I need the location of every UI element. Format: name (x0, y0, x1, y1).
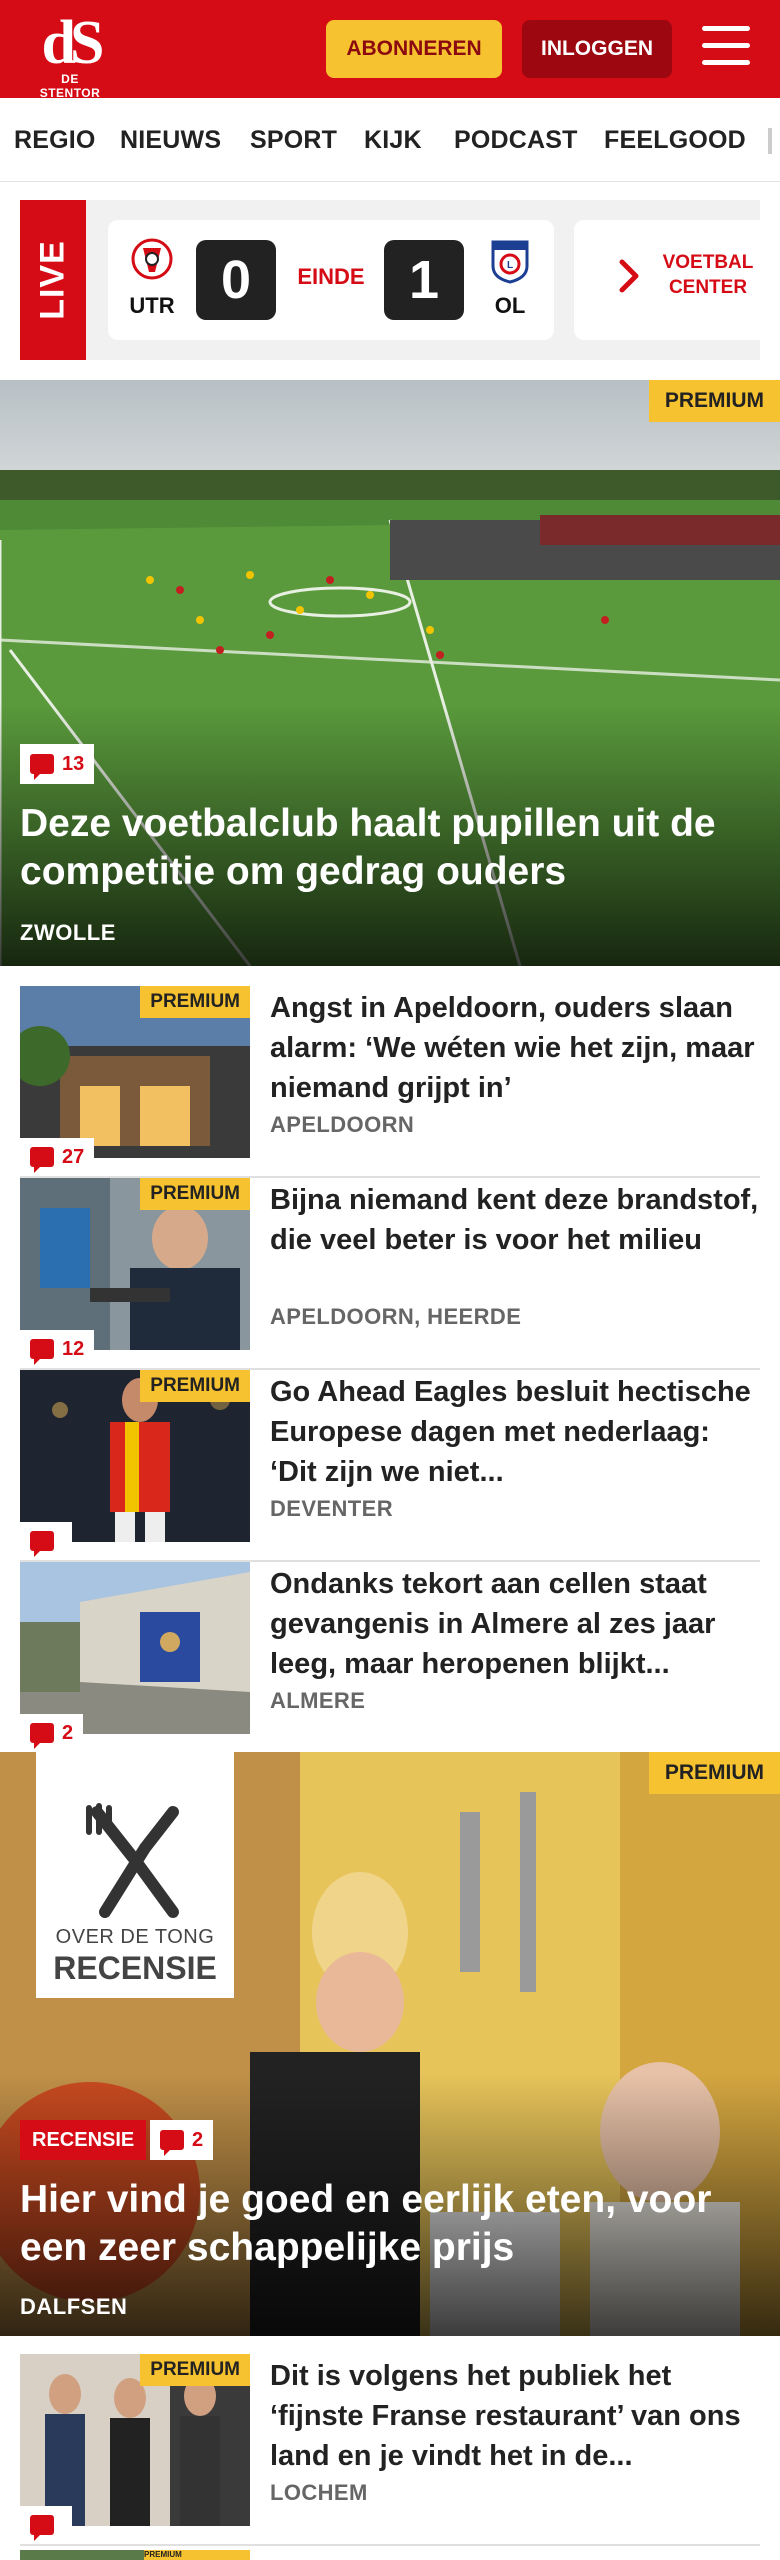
chevron-right-icon (619, 259, 639, 293)
article-title: Bijna niemand kent deze brandstof, die v… (270, 1184, 759, 1256)
comment-icon (30, 1147, 54, 1173)
nav-overflow-hint (768, 128, 772, 154)
logo-mark: dS (41, 9, 105, 77)
home-team-abbr: UTR (129, 293, 175, 318)
comment-icon (160, 2130, 184, 2156)
away-team-abbr: OL (494, 293, 526, 318)
premium-badge: PREMIUM (648, 380, 780, 422)
live-score-panel: LIVE UTR 0 EINDE 1 L OL VOETBAL CENTER (20, 200, 760, 360)
voetbal-center-label-line1: VOETBAL (662, 252, 754, 273)
menu-icon[interactable] (702, 26, 750, 70)
fc-utrecht-crest-icon (131, 238, 173, 280)
article-location: DEVENTER (270, 1496, 393, 1521)
hero-title: Deze voetbalclub haalt pupillen uit de c… (20, 802, 716, 893)
voetbal-center-label-line2: CENTER (668, 277, 748, 298)
comment-icon (30, 1339, 54, 1365)
comment-count-badge: 27 (20, 1138, 95, 1176)
site-header: dS DE STENTOR ABONNEREN INLOGGEN (0, 0, 780, 100)
comment-count: 2 (62, 1721, 74, 1744)
premium-badge: PREMIUM (140, 986, 250, 1018)
article-location: LOCHEM (270, 2480, 368, 2505)
article-title: Angst in Apeldoorn, ouders slaan alarm: … (270, 992, 755, 1104)
comment-count: 12 (62, 1337, 85, 1360)
comment-count: 13 (62, 752, 85, 775)
list-item[interactable]: PREMIUM Go Ahead Eagles besluit hectisch… (20, 1370, 760, 1562)
premium-badge: PREMIUM (648, 1752, 780, 1794)
comment-count-badge: 12 (20, 1330, 95, 1368)
list-item[interactable]: 2 Ondanks tekort aan cellen staat gevang… (20, 1562, 760, 1754)
next-list-item[interactable]: PREMIUM (20, 2550, 760, 2560)
home-team: UTR (122, 238, 182, 319)
comment-icon (30, 754, 54, 780)
comment-count-badge: 13 (20, 744, 95, 784)
nav-item-sport[interactable]: SPORT (250, 126, 337, 155)
olympique-lyon-crest-icon: L (491, 240, 529, 284)
review-hero-article[interactable]: OVER DE TONG RECENSIE PREMIUM RECENSIE 2… (0, 1752, 780, 2336)
svg-text:L: L (507, 260, 513, 271)
comment-count: 2 (192, 2128, 204, 2151)
site-logo[interactable]: dS DE STENTOR (30, 9, 110, 100)
comment-icon (30, 1723, 54, 1749)
comment-icon (30, 2515, 54, 2541)
live-label: LIVE (33, 240, 72, 320)
voetbal-center-label: VOETBAL CENTER (658, 250, 758, 300)
premium-badge: PREMIUM (140, 2354, 250, 2386)
fork-knife-icon (86, 1803, 179, 1918)
list-item[interactable]: PREMIUM 27 Angst in Apeldoorn, ouders sl… (20, 986, 760, 1178)
article-title: Dit is volgens het publiek het ‘fijnste … (270, 2360, 741, 2472)
article-location: APELDOORN, HEERDE (270, 1304, 522, 1329)
comment-count: 27 (62, 1145, 85, 1168)
voetbal-center-link[interactable]: VOETBAL CENTER (574, 220, 760, 340)
comment-count-badge (20, 1522, 72, 1560)
article-title: Go Ahead Eagles besluit hectische Europe… (270, 1376, 751, 1488)
match-card[interactable]: UTR 0 EINDE 1 L OL (108, 220, 554, 340)
subscribe-button[interactable]: ABONNEREN (326, 20, 502, 78)
nav-item-feelgood[interactable]: FEELGOOD (604, 126, 746, 155)
live-tag: LIVE (20, 200, 86, 360)
premium-badge: PREMIUM (140, 1178, 250, 1210)
nav-item-podcast[interactable]: PODCAST (454, 126, 578, 155)
comment-count-badge: 2 (20, 1714, 84, 1752)
over-de-tong-logo: OVER DE TONG RECENSIE (36, 1752, 234, 1998)
review-location: DALFSEN (20, 2294, 128, 2319)
article-location: ALMERE (270, 1688, 366, 1713)
away-score: 1 (384, 240, 464, 320)
nav-item-kijk[interactable]: KIJK (364, 126, 422, 155)
article-title: Ondanks tekort aan cellen staat gevangen… (270, 1568, 716, 1680)
hero-location: ZWOLLE (20, 920, 116, 945)
hero-article[interactable]: PREMIUM 13 Deze voetbalclub haalt pupill… (0, 380, 780, 966)
login-button[interactable]: INLOGGEN (522, 20, 672, 78)
article-thumbnail (20, 1562, 250, 1734)
premium-badge: PREMIUM (140, 1370, 250, 1402)
away-team: L OL (480, 238, 540, 319)
article-location: APELDOORN (270, 1112, 415, 1137)
nav-item-nieuws[interactable]: NIEUWS (120, 126, 221, 155)
list-item[interactable]: PREMIUM 12 Bijna niemand kent deze brand… (20, 1178, 760, 1370)
list-item[interactable]: PREMIUM Dit is volgens het publiek het ‘… (20, 2354, 760, 2546)
home-score: 0 (196, 240, 276, 320)
comment-count-badge (20, 2506, 72, 2544)
comment-count-badge: 2 (150, 2120, 214, 2160)
match-status: EINDE (297, 264, 365, 289)
section-nav: REGIO NIEUWS SPORT KIJK PODCAST FEELGOOD (0, 98, 780, 182)
premium-badge: PREMIUM (144, 2550, 250, 2560)
recensie-tag: RECENSIE (20, 2120, 147, 2160)
comment-icon (30, 1531, 54, 1557)
series-label-top: OVER DE TONG (55, 1926, 215, 1948)
series-label-main: RECENSIE (53, 1950, 217, 1986)
nav-item-regio[interactable]: REGIO (14, 126, 96, 155)
review-title: Hier vind je goed en eerlijk eten, voor … (20, 2178, 712, 2269)
